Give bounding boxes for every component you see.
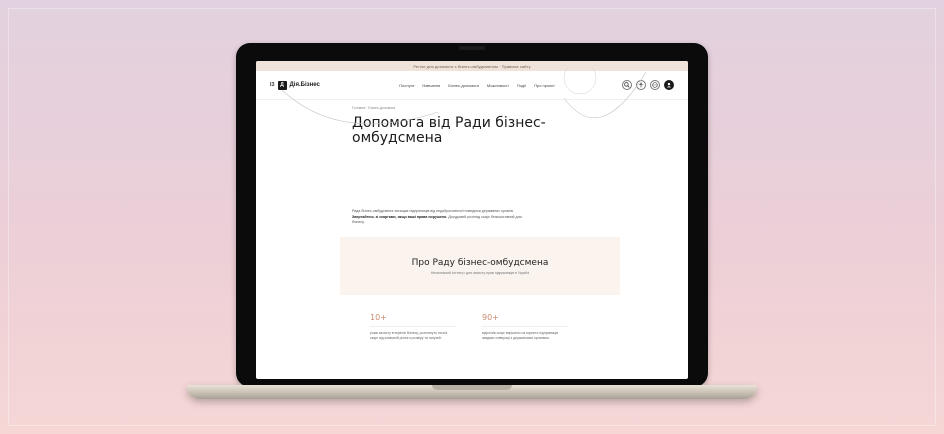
- laptop-screen: Регіон для допомоги з бізнес-омбудсменом…: [256, 61, 688, 379]
- stat-block-2: 90+ відсотків скарг вирішено на користь …: [482, 313, 568, 341]
- stat-number: 90+: [482, 313, 499, 322]
- laptop-base-notch: [432, 385, 512, 390]
- nav-link-opportunities[interactable]: Можливості: [487, 83, 509, 88]
- language-icon[interactable]: [650, 80, 660, 90]
- intro-paragraph: Рада бізнес-омбудсмена захищає підприємц…: [352, 209, 532, 226]
- nav-link-business-help[interactable]: Бізнес-допомога: [448, 83, 479, 88]
- user-icon[interactable]: [664, 80, 674, 90]
- intro-lead: Рада бізнес-омбудсмена захищає підприємц…: [352, 209, 514, 213]
- nav-link-events[interactable]: Події: [517, 83, 526, 88]
- about-title: Про Раду бізнес-омбудсмена: [411, 257, 549, 268]
- stat-number: 10+: [370, 313, 387, 322]
- stat-block-1: 10+ років захисту інтересів бізнесу, роз…: [370, 313, 456, 341]
- about-council-card[interactable]: Про Раду бізнес-омбудсмена Незалежний ін…: [340, 237, 620, 295]
- decorative-arc-left: [281, 89, 439, 125]
- about-subtitle: Незалежний інститут для захисту прав під…: [430, 270, 530, 275]
- stat-divider: [482, 326, 568, 327]
- laptop-lid: Регіон для допомоги з бізнес-омбудсменом…: [236, 43, 708, 387]
- intro-bold: Звертайтесь зі скаргами, якщо ваші права…: [352, 214, 448, 219]
- laptop-base: [187, 385, 757, 399]
- decorative-arc-right: [563, 68, 647, 119]
- promo-background: Регіон для допомоги з бізнес-омбудсменом…: [0, 0, 944, 434]
- logo-prefix: IЗ: [270, 82, 275, 88]
- stat-divider: [370, 326, 456, 327]
- stat-text: відсотків скарг вирішено на користь підп…: [482, 331, 559, 340]
- hero-section: Головна · Бізнес-допомога Допомога від Р…: [256, 68, 688, 184]
- nav-link-about[interactable]: Про проєкт: [534, 83, 555, 88]
- stat-text: років захисту інтересів бізнесу, розглян…: [370, 331, 448, 340]
- camera-notch: [459, 46, 485, 50]
